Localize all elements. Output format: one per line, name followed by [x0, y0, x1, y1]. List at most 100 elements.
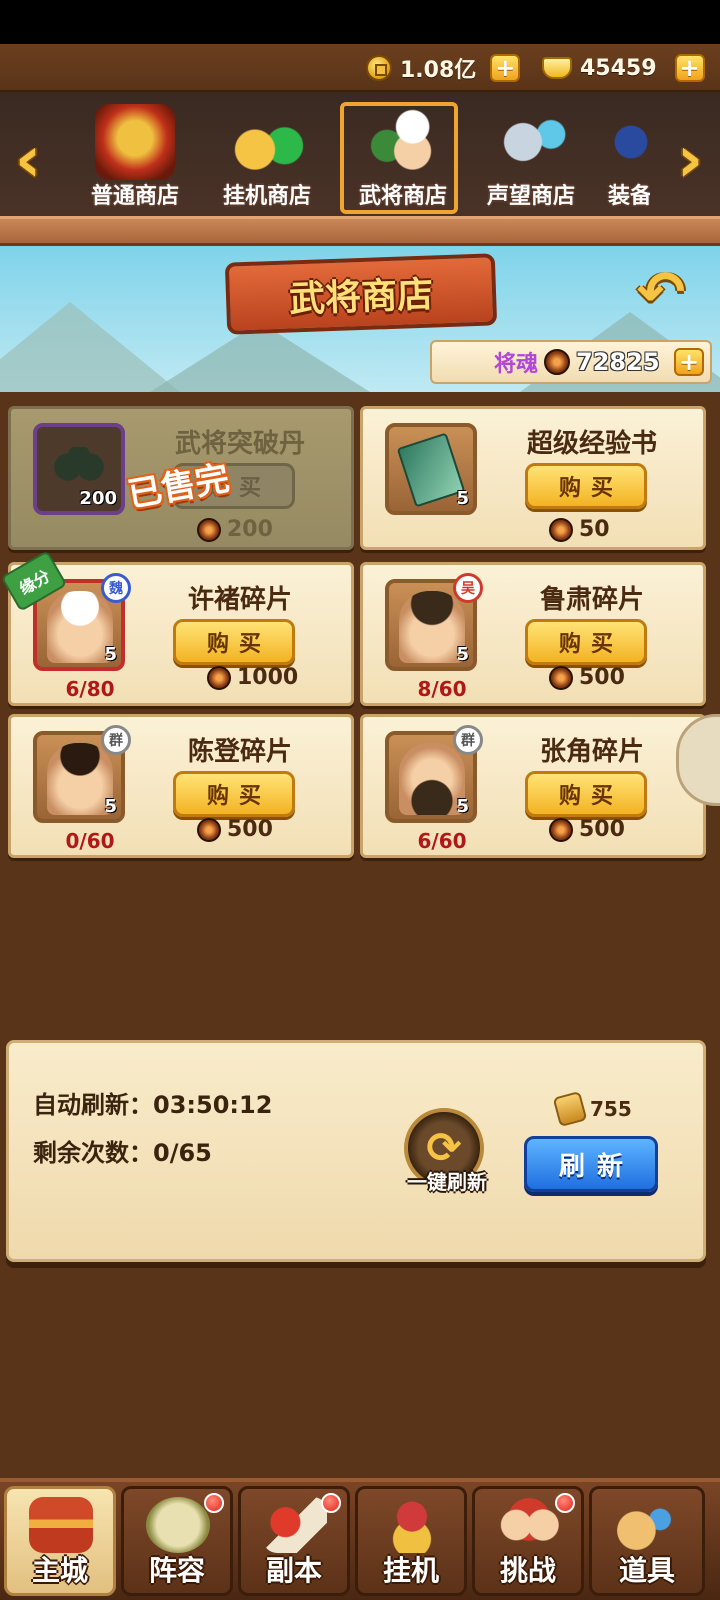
refresh-cost-value: 755 [590, 1097, 632, 1121]
item-name: 鲁肃碎片 [539, 585, 644, 615]
soul-icon [197, 517, 221, 542]
soul-amount: 72825 [576, 348, 660, 376]
refresh-button[interactable]: 刷新 [524, 1136, 658, 1192]
buy-button[interactable]: 购买 [173, 619, 295, 665]
soul-icon [549, 817, 573, 842]
equipment-icon [606, 104, 650, 180]
item-bag-icon [614, 1497, 678, 1553]
remaining-count-row: 剩余次数：0/65 [33, 1133, 212, 1168]
soul-icon [549, 665, 573, 690]
refresh-cost: 755 [552, 1090, 632, 1128]
ingot-icon [542, 57, 572, 79]
item-quantity: 5 [456, 488, 469, 509]
buy-button[interactable]: 购买 [525, 619, 647, 665]
system-status-bar [0, 0, 720, 44]
buy-button[interactable]: 购买 [173, 771, 295, 817]
shop-item-card: 200 武将突破丹 购买 200 已售完 [8, 406, 354, 550]
fragment-progress: 6/80 [65, 677, 115, 701]
crossed-weapons-icon [491, 104, 571, 180]
item-icon-frame: 5 吴 [385, 573, 483, 671]
coin-amount: 1.08亿 [400, 58, 477, 83]
kingdom-badge: 群 [453, 725, 483, 755]
nav-label: 挑战 [499, 1554, 556, 1587]
tab-reputation-shop[interactable]: 声望商店 [466, 98, 596, 214]
tab-idle-shop[interactable]: 挂机商店 [202, 98, 332, 214]
pill-icon [51, 447, 107, 487]
price-value: 500 [579, 817, 625, 842]
fragment-progress: 6/60 [417, 829, 467, 853]
shop-content-area [0, 392, 720, 1482]
price-value: 50 [579, 517, 610, 542]
battle-drum-icon [146, 1497, 210, 1553]
fragment-progress: 8/60 [417, 677, 467, 701]
buy-button[interactable]: 购买 [525, 463, 647, 509]
shop-item-card: 5 群 陈登碎片 购买 500 0/60 [8, 714, 354, 858]
item-price: 500 [549, 665, 625, 690]
item-icon-frame: 5 [385, 423, 477, 515]
soul-label: 将魂 [494, 352, 539, 377]
tab-label: 挂机商店 [222, 184, 311, 209]
tab-label: 声望商店 [486, 184, 575, 209]
tab-label: 武将商店 [358, 184, 447, 209]
kingdom-badge: 吴 [453, 573, 483, 603]
nav-label: 阵容 [148, 1554, 205, 1587]
item-name: 超级经验书 [526, 429, 657, 459]
item-quantity: 5 [104, 796, 117, 817]
tab-normal-shop[interactable]: 普通商店 [70, 98, 200, 214]
coin-icon [366, 55, 392, 81]
item-icon-frame: 5 群 [33, 725, 131, 823]
tab-hero-shop[interactable]: 武将商店 [338, 98, 468, 214]
ingot-balance: 45459 + [542, 52, 705, 84]
nav-label: 主城 [31, 1554, 88, 1587]
price-value: 500 [579, 665, 625, 690]
tab-shelf [0, 216, 720, 246]
one-key-refresh-label[interactable]: 一键刷新 [392, 1166, 502, 1195]
shop-item-card: 5 魏 缘分 许褚碎片 购买 1000 6/80 [0, 550, 354, 706]
versus-heroes-icon [497, 1497, 561, 1553]
item-name: 武将突破丹 [174, 429, 305, 459]
item-icon-frame: 5 群 [385, 725, 483, 823]
back-arrow-button[interactable]: ↶ [624, 262, 698, 322]
nav-challenge[interactable]: 挑战 [472, 1486, 584, 1596]
soul-icon [549, 517, 573, 542]
hero-portrait-xu-chu [47, 591, 113, 663]
tabs-left-arrow[interactable]: ‹ [6, 128, 50, 192]
remaining-label: 剩余次数： [33, 1139, 153, 1167]
shop-item-card: 5 吴 鲁肃碎片 购买 500 8/60 [360, 562, 706, 706]
notification-dot [555, 1493, 575, 1513]
tabs-right-arrow[interactable]: › [668, 128, 712, 192]
nav-lineup[interactable]: 阵容 [121, 1486, 233, 1596]
nav-label: 挂机 [382, 1554, 439, 1587]
nav-idle[interactable]: 挂机 [355, 1486, 467, 1596]
add-ingots-button[interactable]: + [674, 54, 705, 82]
hero-portrait-lu-su [399, 591, 465, 663]
tab-equipment-shop[interactable]: 装备 [590, 98, 650, 214]
item-icon-frame: 200 [33, 423, 125, 515]
item-quantity: 200 [79, 488, 117, 509]
shop-item-card: 5 群 张角碎片 购买 500 6/60 [360, 714, 706, 858]
fragment-progress: 0/60 [65, 829, 115, 853]
nav-dungeon[interactable]: 副本 [238, 1486, 350, 1596]
coin-jade-icon [227, 104, 307, 180]
coin-balance: 1.08亿 + [366, 52, 521, 84]
chef-hero-icon [363, 104, 443, 180]
item-quantity: 5 [104, 644, 117, 665]
buy-button[interactable]: 购买 [525, 771, 647, 817]
auto-refresh-label: 自动刷新： [33, 1091, 153, 1119]
book-icon [396, 432, 466, 508]
item-quantity: 5 [456, 644, 469, 665]
item-name: 陈登碎片 [187, 737, 292, 767]
ingot-amount: 45459 [580, 55, 657, 81]
add-coins-button[interactable]: + [490, 54, 521, 82]
price-value: 200 [227, 517, 273, 542]
kingdom-badge: 群 [101, 725, 131, 755]
treasure-pile-icon [380, 1497, 444, 1553]
item-name: 张角碎片 [539, 737, 644, 767]
item-name: 许褚碎片 [187, 585, 292, 615]
nav-main-city[interactable]: 主城 [4, 1486, 116, 1596]
treasure-chest-icon [95, 104, 175, 180]
add-soul-button[interactable]: + [674, 348, 704, 376]
nav-items[interactable]: 道具 [589, 1486, 705, 1596]
kingdom-badge: 魏 [101, 573, 131, 603]
auto-refresh-timer: 03:50:12 [153, 1091, 273, 1119]
